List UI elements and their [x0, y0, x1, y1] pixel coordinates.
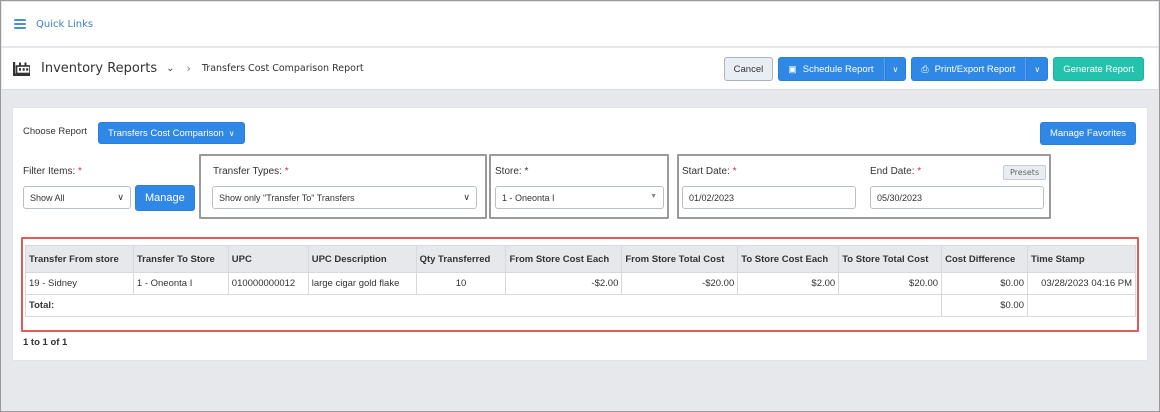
chevron-down-icon: ∨ — [228, 128, 235, 138]
chevron-down-icon: ∨ — [117, 192, 124, 202]
choose-report-dropdown[interactable]: Transfers Cost Comparison ∨ — [98, 122, 245, 144]
manage-button[interactable]: Manage — [135, 185, 195, 211]
page-title: Inventory Reports — [41, 61, 158, 76]
presets-button[interactable]: Presets — [1003, 165, 1047, 180]
schedule-report-button[interactable]: ▣ Schedule Report — [778, 57, 885, 81]
end-date-label: End Date: * — [870, 166, 921, 177]
quick-links-bar: Quick Links — [2, 2, 1158, 47]
start-date-input[interactable]: 01/02/2023 — [682, 186, 856, 209]
cancel-button[interactable]: Cancel — [723, 57, 774, 81]
required-marker: * — [732, 166, 737, 177]
calendar-icon: ▣ — [788, 63, 797, 74]
chevron-down-icon[interactable]: ⌄ — [166, 63, 174, 74]
transfer-types-label: Transfer Types: * — [213, 166, 289, 177]
filter-items-value: Show All — [30, 192, 65, 203]
chevron-down-icon: ∨ — [463, 192, 470, 202]
end-date-label-text: End Date: — [870, 166, 915, 177]
end-date-input[interactable]: 05/30/2023 — [870, 186, 1044, 209]
schedule-report-split-button: ▣ Schedule Report ∨ — [778, 57, 907, 81]
report-panel: Choose Report Transfers Cost Comparison … — [12, 107, 1148, 361]
transfer-types-select[interactable]: Show only "Transfer To" Transfers ∨ — [212, 186, 477, 209]
choose-report-value: Transfers Cost Comparison — [108, 127, 224, 139]
printer-icon: ⎙ — [921, 63, 929, 74]
menu-icon[interactable] — [14, 19, 26, 29]
print-export-split-button: ⎙ Print/Export Report ∨ — [911, 57, 1049, 81]
schedule-dropdown-chevron-icon[interactable]: ∨ — [884, 57, 907, 81]
transfer-types-label-text: Transfer Types: — [213, 166, 282, 177]
start-date-label-text: Start Date: — [682, 166, 730, 177]
filter-items-label: Filter Items: * — [23, 166, 82, 177]
required-marker: * — [524, 166, 529, 177]
store-label-text: Store: — [495, 166, 522, 177]
schedule-report-label: Schedule Report — [802, 63, 874, 75]
factory-icon — [13, 61, 31, 76]
caret-down-icon: ▼ — [650, 193, 657, 200]
required-marker: * — [284, 166, 289, 177]
filter-items-select[interactable]: Show All ∨ — [23, 186, 131, 209]
print-export-button[interactable]: ⎙ Print/Export Report — [911, 57, 1027, 81]
choose-report-label: Choose Report — [23, 126, 87, 137]
page-header: Inventory Reports ⌄ › Transfers Cost Com… — [2, 48, 1158, 90]
print-export-label: Print/Export Report — [934, 63, 1016, 75]
required-marker: * — [917, 166, 922, 177]
print-dropdown-chevron-icon[interactable]: ∨ — [1026, 57, 1049, 81]
app-frame: Quick Links Inventory Reports ⌄ › Transf… — [0, 0, 1160, 412]
breadcrumb: Transfers Cost Comparison Report — [201, 63, 364, 74]
header-actions: Cancel ▣ Schedule Report ∨ ⎙ Print/Expor… — [723, 57, 1144, 81]
transfer-types-value: Show only "Transfer To" Transfers — [219, 192, 355, 203]
results-highlight — [21, 237, 1139, 332]
store-value: 1 - Oneonta I — [502, 192, 555, 203]
store-label: Store: * — [495, 166, 528, 177]
start-date-label: Start Date: * — [682, 166, 737, 177]
store-select[interactable]: 1 - Oneonta I ▼ — [495, 186, 664, 209]
chevron-right-icon: › — [186, 62, 191, 75]
generate-report-button[interactable]: Generate Report — [1053, 57, 1144, 81]
manage-favorites-button[interactable]: Manage Favorites — [1039, 122, 1136, 145]
required-marker: * — [78, 166, 82, 177]
quick-links-link[interactable]: Quick Links — [36, 19, 93, 30]
filter-items-label-text: Filter Items: — [23, 166, 76, 177]
pagination-info: 1 to 1 of 1 — [23, 337, 68, 348]
